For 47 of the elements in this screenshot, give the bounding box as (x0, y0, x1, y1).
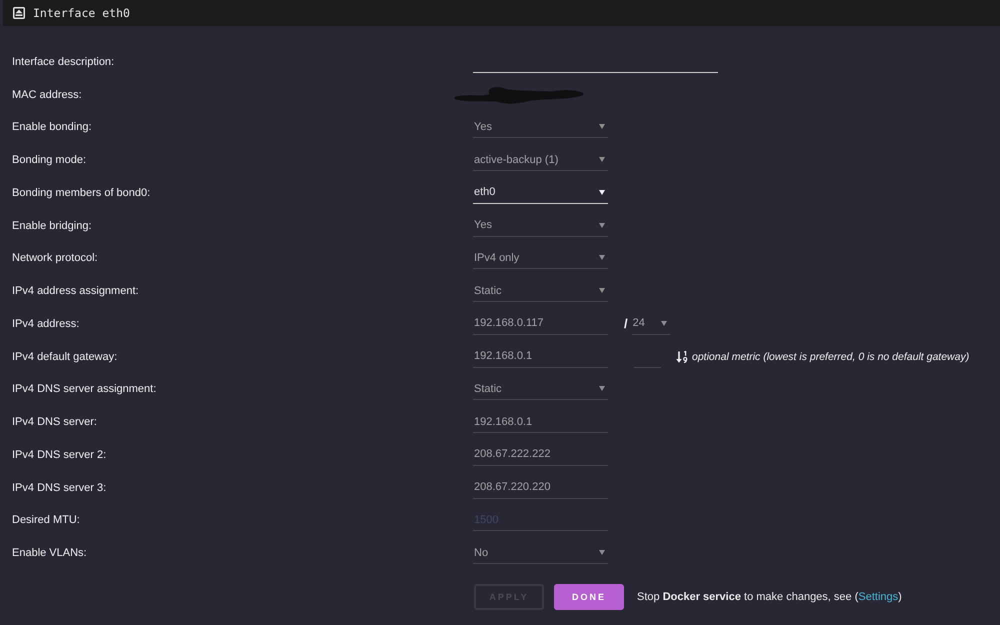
field-label: Network protocol: (12, 252, 98, 264)
dropdown[interactable]: IPv4 only (473, 247, 608, 270)
field-label: IPv4 address assignment: (12, 285, 139, 298)
caret-icon (599, 124, 605, 130)
dropdown[interactable]: No (473, 542, 608, 564)
dropdown[interactable]: eth0 (473, 182, 608, 204)
field-label: Enable bonding: (12, 121, 92, 134)
caret-icon (599, 288, 605, 294)
metric-hint: optional metric (lowest is preferred, 0 is no default gateway) (692, 350, 970, 363)
settings-link[interactable]: Settings (858, 590, 898, 603)
field-label: Enable VLANs: (12, 547, 87, 560)
caret-icon (599, 386, 605, 392)
action-button[interactable]: DONE (554, 584, 624, 610)
field-label: Desired MTU: (12, 514, 80, 526)
caret-icon (660, 320, 667, 326)
caret-icon (599, 190, 605, 195)
ip-address-field[interactable]: 192.168.0.117 (473, 312, 608, 335)
text-field[interactable]: 208.67.222.222 (473, 444, 608, 466)
gateway-field[interactable]: 192.168.0.1 (473, 346, 608, 368)
dropdown[interactable]: Yes (473, 214, 608, 237)
field-label: MAC address: (12, 88, 82, 101)
caret-icon (599, 255, 605, 260)
field-label: Bonding mode: (12, 154, 86, 166)
text-field[interactable]: 208.67.220.220 (473, 476, 608, 499)
field-label: IPv4 default gateway: (12, 350, 118, 363)
field-label: IPv4 DNS server 3: (12, 482, 106, 494)
notice-text: Stop Docker service to make changes, see (Settings) (637, 590, 902, 603)
field-label: IPv4 address: (12, 318, 80, 330)
field-label: Interface description: (12, 56, 114, 68)
caret-icon (599, 157, 605, 162)
dropdown[interactable]: 24 (632, 312, 670, 335)
field-label: Bonding members of bond0: (12, 186, 150, 199)
eject-square-icon (13, 7, 25, 19)
field-label: IPv4 DNS server: (12, 416, 97, 428)
sort-descending-icon (676, 350, 688, 363)
dropdown[interactable]: Yes (473, 116, 608, 138)
prefix-separator: / (624, 316, 628, 332)
window-title: Interface eth0 (33, 6, 130, 20)
dropdown[interactable]: Static (473, 280, 608, 302)
dropdown[interactable]: active-backup (1) (473, 149, 608, 172)
caret-icon (599, 550, 605, 556)
field-label: IPv4 DNS server 2: (12, 448, 106, 461)
field-label: Enable bridging: (12, 220, 92, 232)
field-label: IPv4 DNS server assignment: (12, 383, 156, 396)
text-field[interactable]: 192.168.0.1 (473, 411, 608, 434)
caret-icon (599, 222, 605, 228)
dropdown[interactable]: Static (473, 378, 608, 400)
